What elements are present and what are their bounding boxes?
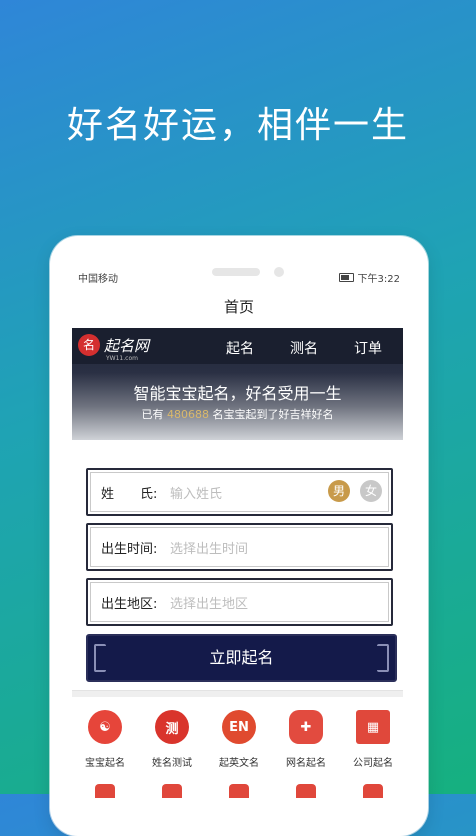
male-button[interactable]: 男 [328, 480, 350, 502]
hero-banner: 名 起名网 YW11.com 起名 测名 订单 智能宝宝起名，好名受用一生 已有… [72, 328, 403, 440]
logo-subtext: YW11.com [106, 355, 138, 362]
peek-item [74, 784, 136, 804]
shortcut-name-test[interactable]: 测 姓名测试 [141, 710, 203, 780]
birth-time-label: 出生时间: [101, 542, 158, 557]
shortcut-icon [162, 784, 182, 798]
clock-label: 下午3:22 [357, 274, 400, 285]
section-divider [72, 690, 403, 697]
test-seal-icon: 测 [155, 710, 189, 744]
birth-time-input[interactable]: 选择出生时间 [170, 538, 248, 557]
battery-icon [338, 273, 354, 282]
gamepad-icon: ✚ [289, 710, 323, 744]
surname-input[interactable]: 输入姓氏 [170, 483, 222, 502]
submit-naming-button[interactable]: 立即起名 [86, 634, 397, 682]
hero-slogan: 智能宝宝起名，好名受用一生 [133, 384, 342, 403]
nav-qiming[interactable]: 起名 [226, 338, 254, 358]
shortcut-icon [363, 784, 383, 798]
shortcut-nickname[interactable]: ✚ 网名起名 [275, 710, 337, 780]
peek-item [275, 784, 337, 804]
shortcut-icon [296, 784, 316, 798]
page-title: 首页 [223, 298, 254, 316]
peek-item [342, 784, 404, 804]
site-logo[interactable]: 名 起名网 YW11.com [78, 334, 150, 362]
birth-time-field[interactable]: 出生时间: 选择出生时间 [86, 523, 393, 571]
peek-item [208, 784, 270, 804]
shortcut-label: 宝宝起名 [85, 758, 125, 769]
nav-orders[interactable]: 订单 [354, 338, 382, 358]
cat-icon [95, 784, 115, 798]
headline: 好名好运，相伴一生 [66, 105, 409, 146]
shortcut-label: 姓名测试 [152, 758, 192, 769]
hero-count: 已有 480688 名宝宝起到了好吉祥好名 [72, 406, 403, 422]
status-right: 下午3:22 [338, 270, 400, 285]
birth-place-field[interactable]: 出生地区: 选择出生地区 [86, 578, 393, 626]
shortcut-row-2 [74, 784, 404, 804]
surname-field[interactable]: 姓 氏: 输入姓氏 男 女 [86, 468, 393, 516]
birth-place-label: 出生地区: [101, 597, 158, 612]
peek-item [141, 784, 203, 804]
shortcut-label: 公司起名 [353, 758, 393, 769]
count-value: 480688 [167, 408, 209, 421]
female-button[interactable]: 女 [360, 480, 382, 502]
carrier-label: 中国移动 [78, 274, 118, 285]
yin-yang-icon: ☯ [88, 710, 122, 744]
shortcut-company-naming[interactable]: ▦ 公司起名 [342, 710, 404, 780]
site-navbar: 名 起名网 YW11.com 起名 测名 订单 [72, 328, 403, 364]
logo-text: 起名网 [104, 336, 150, 355]
shortcut-icon [229, 784, 249, 798]
status-bar: 中国移动 下午3:22 [78, 270, 400, 285]
en-icon: EN [222, 710, 256, 744]
logo-icon: 名 [78, 334, 100, 356]
shortcut-grid: ☯ 宝宝起名 测 姓名测试 EN 起英文名 ✚ 网名起名 ▦ 公司起名 [74, 710, 404, 780]
surname-label: 姓 氏: [101, 487, 158, 502]
building-icon: ▦ [356, 710, 390, 744]
birth-place-input[interactable]: 选择出生地区 [170, 593, 248, 612]
shortcut-label: 起英文名 [219, 758, 259, 769]
shortcut-label: 网名起名 [286, 758, 326, 769]
shortcut-english-name[interactable]: EN 起英文名 [208, 710, 270, 780]
count-suffix: 名宝宝起到了好吉祥好名 [209, 408, 334, 421]
nav-ceming[interactable]: 测名 [290, 338, 318, 358]
count-prefix: 已有 [141, 408, 167, 421]
phone-frame: 中国移动 下午3:22 首页 名 起名网 YW11.com 起名 测名 订单 智… [50, 236, 428, 836]
shortcut-baby-naming[interactable]: ☯ 宝宝起名 [74, 710, 136, 780]
